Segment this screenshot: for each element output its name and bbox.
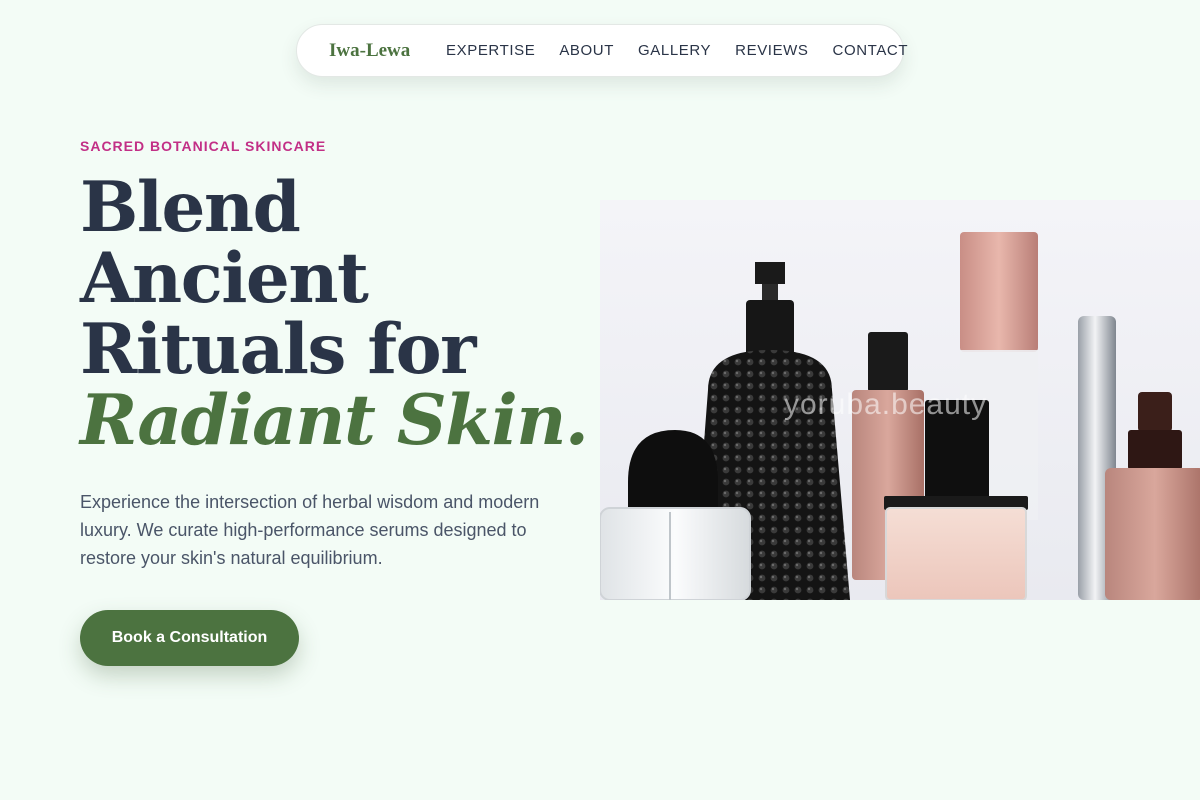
nav-link-contact[interactable]: CONTACT — [833, 42, 909, 59]
nav-link-about[interactable]: ABOUT — [559, 42, 614, 59]
hero-product-image: yoruba.beauty — [600, 200, 1200, 600]
headline-line-2: Ancient — [80, 238, 369, 319]
nav-link-reviews[interactable]: REVIEWS — [735, 42, 808, 59]
hero-headline: Blend Ancient Rituals for Radiant Skin. — [80, 167, 589, 461]
headline-line-1: Blend — [80, 167, 301, 248]
nav-link-gallery[interactable]: GALLERY — [638, 42, 711, 59]
nav-link-expertise[interactable]: EXPERTISE — [446, 42, 535, 59]
book-consultation-button[interactable]: Book a Consultation — [80, 610, 299, 666]
top-navigation: Iwa-Lewa EXPERTISE ABOUT GALLERY REVIEWS… — [296, 24, 908, 77]
nav-links: EXPERTISE ABOUT GALLERY REVIEWS CONTACT — [446, 42, 908, 59]
headline-accent: Radiant Skin. — [80, 380, 589, 461]
image-watermark: yoruba.beauty — [784, 388, 988, 421]
hero-eyebrow: SACRED BOTANICAL SKINCARE — [80, 138, 327, 154]
brand-logo[interactable]: Iwa-Lewa — [329, 40, 410, 62]
headline-line-3: Rituals for — [80, 309, 476, 390]
hero-description: Experience the intersection of herbal wi… — [80, 492, 540, 568]
